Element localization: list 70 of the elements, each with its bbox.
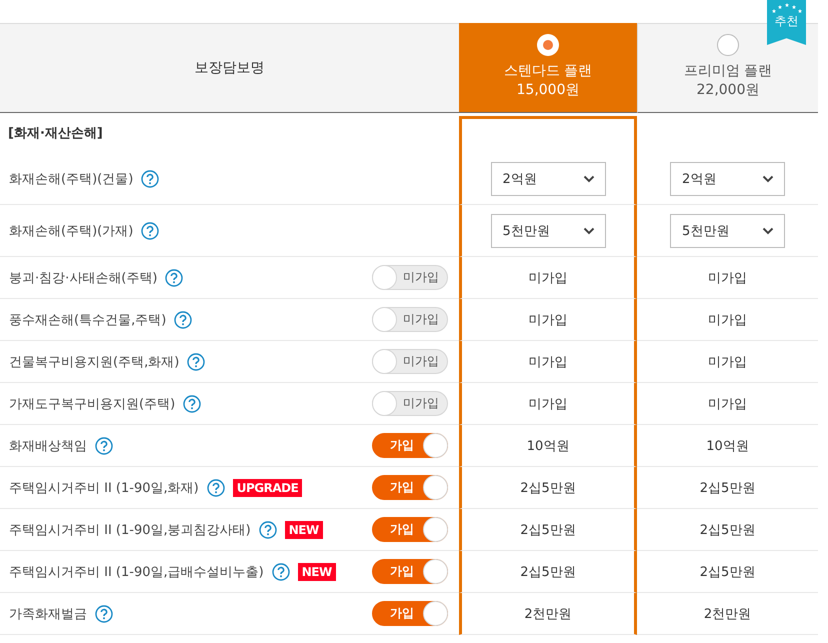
- coverage-name: 건물복구비용지원(주택,화재): [9, 354, 180, 370]
- table-cell-text: 2십5만원: [520, 522, 576, 538]
- section-title: [화재·재산손해]: [8, 125, 103, 142]
- plan-price: 22,000원: [696, 81, 760, 100]
- help-icon[interactable]: [272, 562, 290, 580]
- toggle-switch[interactable]: 가입: [372, 433, 448, 458]
- coverage-name: 화재손해(주택)(건물): [9, 170, 134, 188]
- table-cell-text: 2십5만원: [700, 564, 756, 580]
- coverage-name: 주택임시거주비 II (1-90일,급배수설비누출): [9, 564, 264, 580]
- chevron-down-icon: [762, 226, 774, 234]
- badge: NEW: [298, 562, 336, 580]
- help-icon[interactable]: [206, 478, 225, 496]
- toggle-switch[interactable]: 미가입: [372, 391, 448, 416]
- chevron-down-icon: [762, 174, 774, 182]
- stars-icon: [770, 3, 802, 13]
- dropdown[interactable]: 2억원: [670, 162, 785, 196]
- toggle-switch[interactable]: 가입: [372, 601, 448, 626]
- plan-name: 스텐다드 플랜: [504, 62, 592, 81]
- table-cell-text: 2십5만원: [520, 564, 576, 580]
- coverage-name: 주택임시거주비 II (1-90일,화재): [9, 480, 199, 496]
- help-icon[interactable]: [165, 268, 184, 286]
- dropdown[interactable]: 5천만원: [490, 214, 606, 248]
- badge: NEW: [284, 520, 323, 538]
- help-icon[interactable]: [183, 394, 202, 412]
- toggle-switch[interactable]: 미가입: [372, 349, 448, 374]
- plan-name: 프리미엄 플랜: [684, 62, 772, 81]
- table-cell-text: 2십5만원: [700, 522, 756, 538]
- coverage-name: 화재배상책임: [9, 438, 87, 454]
- table-cell-text: 10억원: [526, 438, 570, 454]
- coverage-name: 가재도구복구비용지원(주택): [9, 396, 176, 412]
- table-cell-text: 미가입: [528, 270, 568, 286]
- chevron-down-icon: [582, 226, 594, 234]
- table-cell-text: 미가입: [708, 354, 747, 370]
- table-cell-text: 미가입: [528, 312, 568, 328]
- table-cell-text: 2천만원: [704, 606, 752, 622]
- coverage-name: 화재손해(주택)(가재): [9, 222, 134, 240]
- help-icon[interactable]: [187, 352, 206, 370]
- toggle-switch[interactable]: 가입: [372, 559, 448, 584]
- dropdown[interactable]: 5천만원: [670, 214, 785, 248]
- badge: UPGRADE: [232, 478, 302, 496]
- dropdown[interactable]: 2억원: [490, 162, 606, 196]
- table-cell-text: 미가입: [708, 312, 747, 328]
- chevron-down-icon: [582, 174, 594, 182]
- coverage-name: 풍수재손해(특수건물,주택): [9, 312, 166, 328]
- table-cell-text: 2십5만원: [700, 480, 756, 496]
- toggle-switch[interactable]: 미가입: [372, 265, 448, 290]
- help-icon[interactable]: [141, 222, 160, 240]
- help-icon[interactable]: [95, 436, 113, 454]
- help-icon[interactable]: [174, 310, 192, 328]
- toggle-switch[interactable]: 가입: [372, 517, 448, 542]
- radio-button[interactable]: [537, 34, 559, 56]
- coverage-name: 주택임시거주비 II (1-90일,붕괴침강사태): [9, 522, 251, 538]
- coverage-name: 가족화재벌금: [9, 606, 87, 622]
- coverage-name: 붕괴·침강·사태손해(주택): [9, 270, 158, 286]
- table-cell-text: 미가입: [708, 396, 747, 412]
- recommended-ribbon: 추천: [767, 0, 806, 45]
- help-icon[interactable]: [141, 170, 160, 188]
- help-icon[interactable]: [258, 520, 277, 538]
- table-cell-text: 미가입: [528, 396, 568, 412]
- help-icon[interactable]: [95, 604, 113, 622]
- column-header: 보장담보명: [194, 59, 264, 77]
- radio-button[interactable]: [717, 34, 739, 56]
- table-cell-text: 2십5만원: [520, 480, 576, 496]
- toggle-switch[interactable]: 미가입: [372, 307, 448, 332]
- table-cell-text: 미가입: [708, 270, 747, 286]
- table-cell-text: 2천만원: [524, 606, 572, 622]
- toggle-switch[interactable]: 가입: [372, 475, 448, 500]
- plan-price: 15,000원: [516, 81, 580, 100]
- table-cell-text: 10억원: [706, 438, 749, 454]
- table-cell-text: 미가입: [528, 354, 568, 370]
